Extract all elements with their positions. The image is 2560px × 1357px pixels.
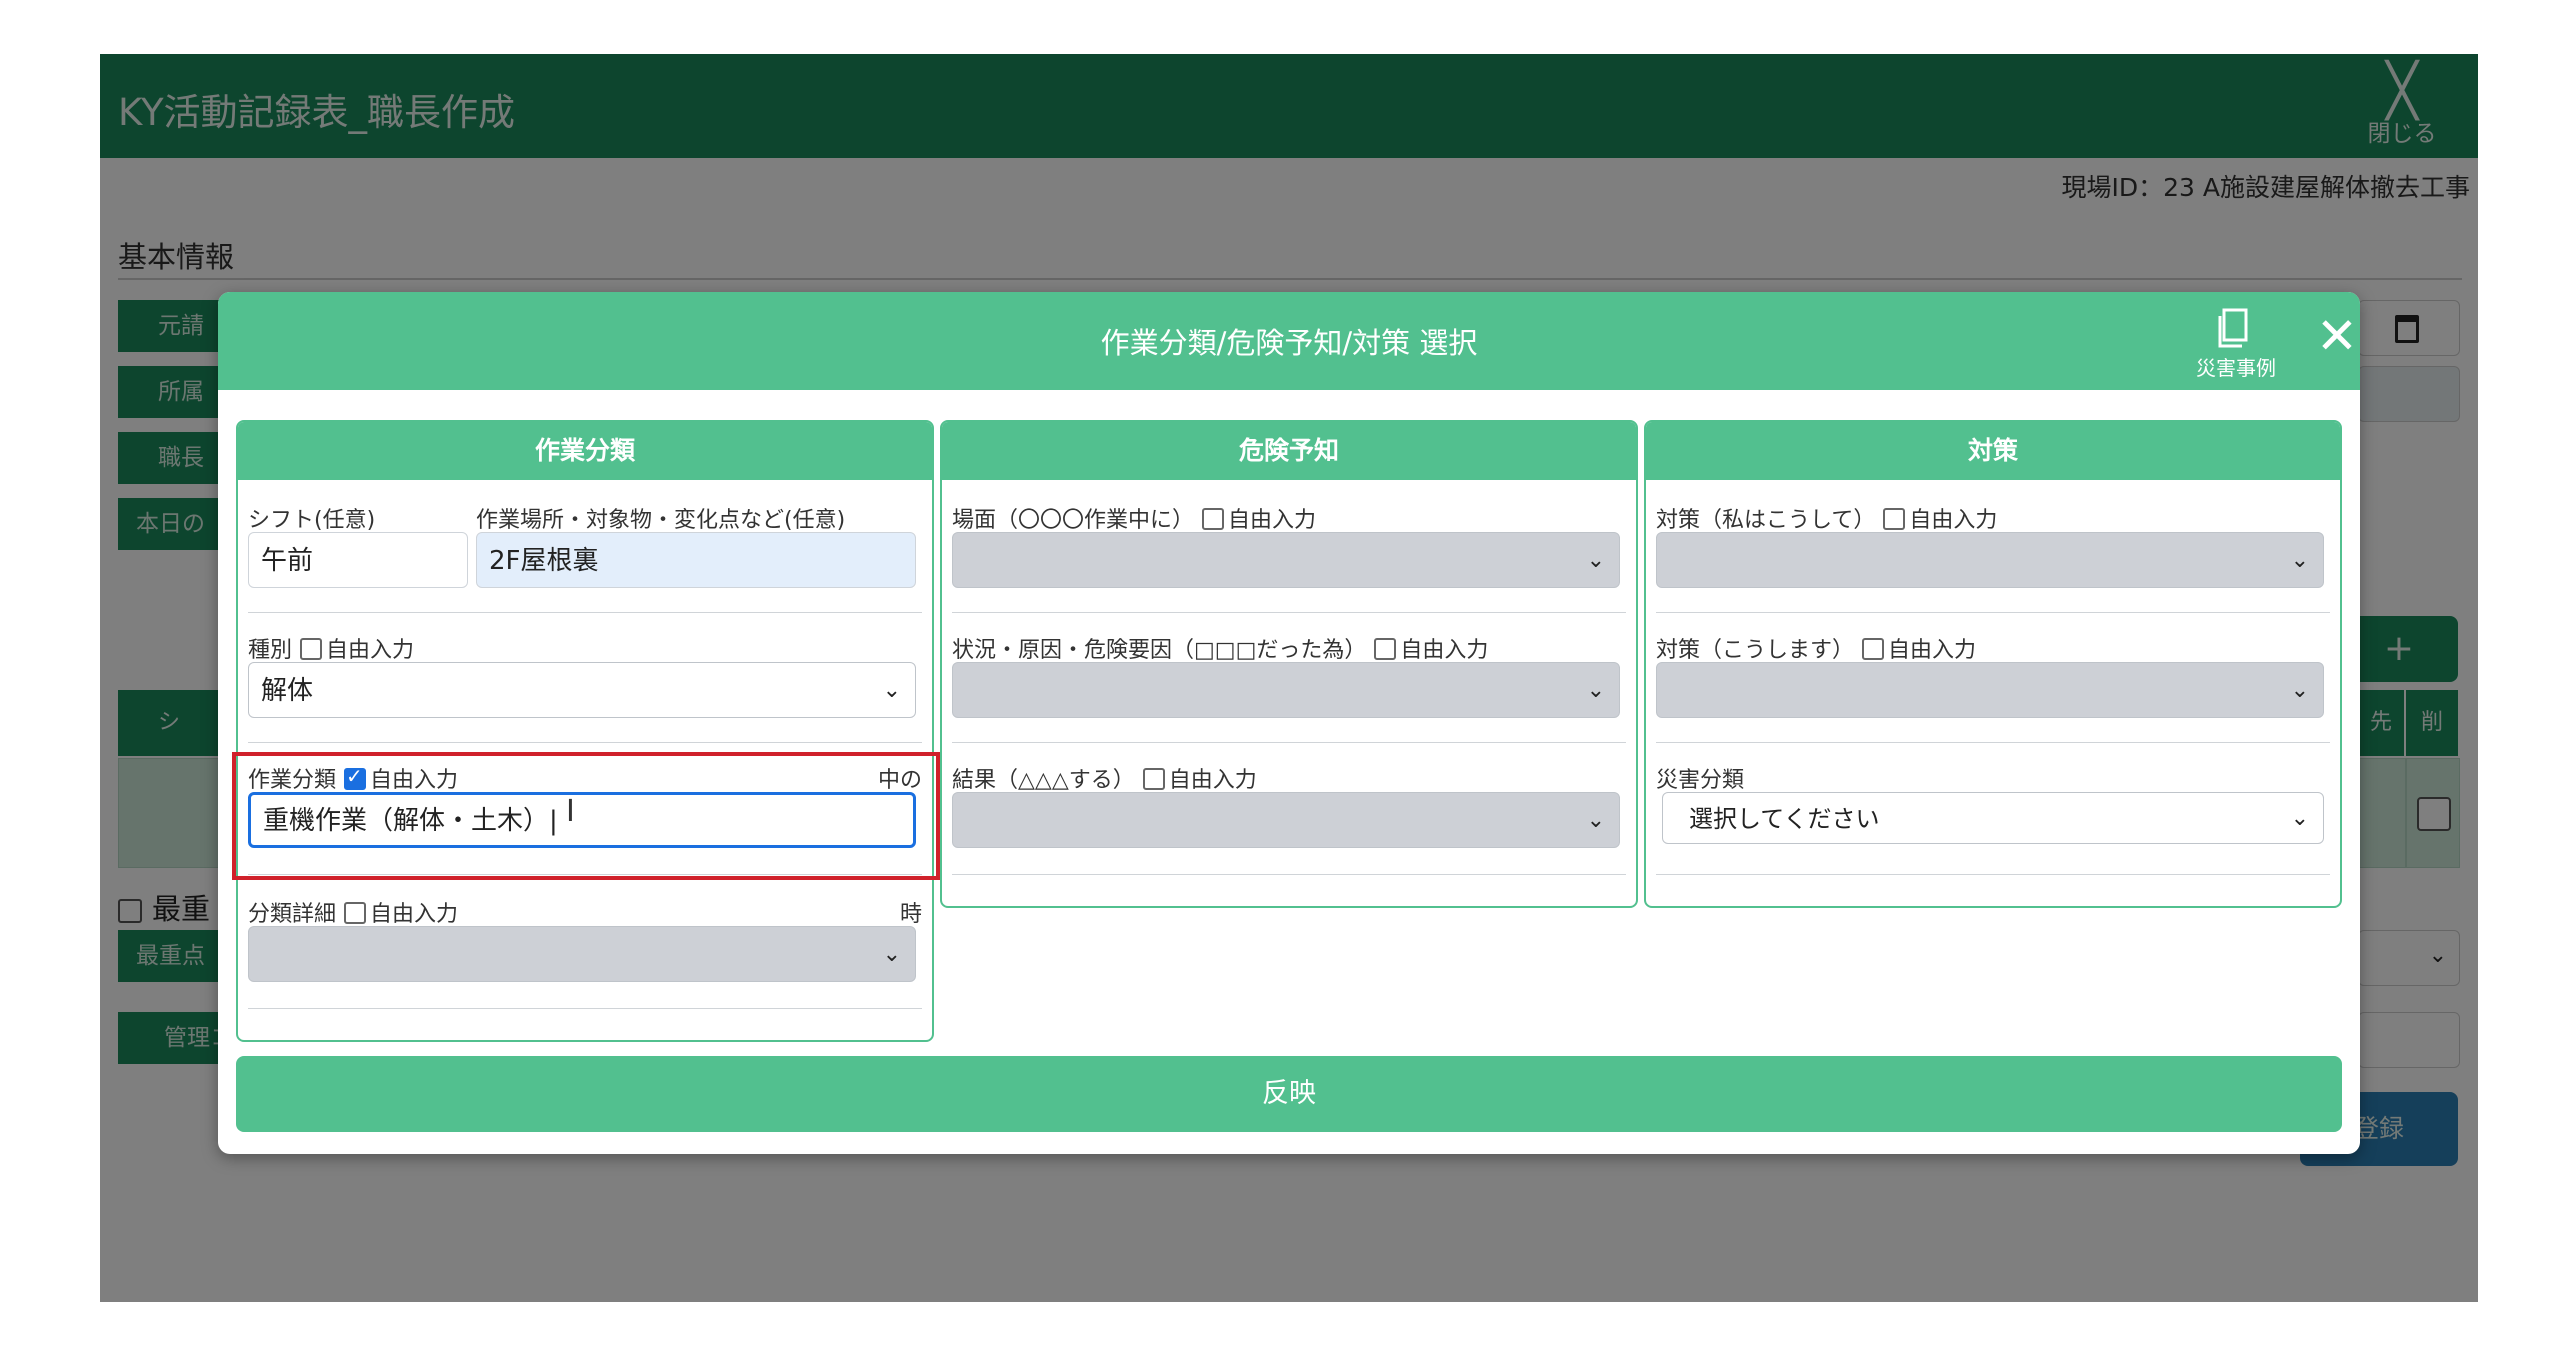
divider bbox=[952, 612, 1626, 613]
chevron-down-icon: ⌄ bbox=[1586, 678, 1605, 703]
cause-select[interactable]: ⌄ bbox=[952, 662, 1620, 718]
modal-header: 作業分類/危険予知/対策 選択 災害事例 ✕ bbox=[218, 292, 2360, 390]
measure-panel-header: 対策 bbox=[1646, 422, 2340, 480]
cause-free-label: 自由入力 bbox=[1400, 638, 1489, 663]
type-label: 種別 bbox=[248, 638, 293, 663]
disaster-label: 災害分類 bbox=[1656, 768, 1745, 793]
document-icon bbox=[2218, 308, 2248, 348]
measure2-select[interactable]: ⌄ bbox=[1656, 662, 2324, 718]
cause-free-checkbox[interactable] bbox=[1374, 638, 1397, 660]
work-panel: 作業分類 シフト(任意) 作業場所・対象物・変化点など(任意) 午前 2F屋根裏… bbox=[236, 420, 934, 1042]
selection-modal: 作業分類/危険予知/対策 選択 災害事例 ✕ 作業分類 シフト(任意) 作業場所… bbox=[218, 292, 2360, 1154]
divider bbox=[248, 1008, 922, 1009]
detail-select[interactable]: ⌄ bbox=[248, 926, 916, 982]
divider bbox=[1656, 742, 2330, 743]
divider bbox=[1656, 874, 2330, 875]
highlight-box bbox=[232, 752, 940, 880]
detail-label-row: 分類詳細 自由入力 bbox=[248, 896, 458, 928]
chevron-down-icon: ⌄ bbox=[1586, 808, 1605, 833]
result-select[interactable]: ⌄ bbox=[952, 792, 1620, 848]
scene-free-label: 自由入力 bbox=[1228, 508, 1317, 533]
divider bbox=[952, 874, 1626, 875]
place-input[interactable]: 2F屋根裏 bbox=[476, 532, 916, 588]
measure2-free-label: 自由入力 bbox=[1888, 638, 1977, 663]
measure1-label: 対策（私はこうして） bbox=[1656, 508, 1876, 533]
type-free-label: 自由入力 bbox=[326, 638, 415, 663]
measure2-label: 対策（こうします） bbox=[1656, 638, 1855, 663]
shift-input[interactable]: 午前 bbox=[248, 532, 468, 588]
detail-label: 分類詳細 bbox=[248, 902, 337, 927]
modal-close-icon[interactable]: ✕ bbox=[2316, 306, 2358, 366]
measure2-label-row: 対策（こうします） 自由入力 bbox=[1656, 632, 1976, 664]
measure1-select[interactable]: ⌄ bbox=[1656, 532, 2324, 588]
shift-label: シフト(任意) bbox=[248, 508, 376, 533]
scene-select[interactable]: ⌄ bbox=[952, 532, 1620, 588]
result-label-row: 結果（△△△する） 自由入力 bbox=[952, 762, 1257, 794]
chevron-down-icon: ⌄ bbox=[1586, 548, 1605, 573]
type-select-value: 解体 bbox=[261, 676, 314, 706]
modal-title: 作業分類/危険予知/対策 選択 bbox=[1100, 326, 1478, 360]
measure1-free-checkbox[interactable] bbox=[1883, 508, 1906, 530]
divider bbox=[248, 612, 922, 613]
scene-free-checkbox[interactable] bbox=[1202, 508, 1225, 530]
place-label: 作業場所・対象物・変化点など(任意) bbox=[476, 508, 846, 533]
measure1-label-row: 対策（私はこうして） 自由入力 bbox=[1656, 502, 1997, 534]
chevron-down-icon: ⌄ bbox=[882, 942, 901, 967]
danger-panel: 危険予知 場面（〇〇〇作業中に） 自由入力 ⌄ 状況・原因・危険要因（□□□だった… bbox=[940, 420, 1638, 908]
measure1-free-label: 自由入力 bbox=[1909, 508, 1998, 533]
chevron-down-icon: ⌄ bbox=[2290, 548, 2309, 573]
cause-label: 状況・原因・危険要因（□□□だった為） bbox=[952, 638, 1367, 663]
type-free-checkbox[interactable] bbox=[300, 638, 323, 660]
danger-panel-header: 危険予知 bbox=[942, 422, 1636, 480]
divider bbox=[952, 742, 1626, 743]
disaster-case-label: 災害事例 bbox=[2196, 356, 2276, 380]
measure2-free-checkbox[interactable] bbox=[1862, 638, 1885, 660]
work-panel-header: 作業分類 bbox=[238, 422, 932, 480]
cause-label-row: 状況・原因・危険要因（□□□だった為） 自由入力 bbox=[952, 632, 1488, 664]
result-label: 結果（△△△する） bbox=[952, 768, 1135, 793]
result-free-label: 自由入力 bbox=[1168, 768, 1257, 793]
divider bbox=[1656, 612, 2330, 613]
detail-free-checkbox[interactable] bbox=[344, 902, 367, 924]
disaster-select[interactable]: 選択してください ⌄ bbox=[1662, 792, 2324, 844]
type-label-row: 種別 自由入力 bbox=[248, 632, 414, 664]
result-free-checkbox[interactable] bbox=[1142, 768, 1165, 790]
disaster-select-value: 選択してください bbox=[1689, 805, 1880, 833]
scene-label-row: 場面（〇〇〇作業中に） 自由入力 bbox=[952, 502, 1316, 534]
detail-free-label: 自由入力 bbox=[370, 902, 459, 927]
disaster-case-button[interactable]: 災害事例 bbox=[2186, 306, 2286, 381]
type-select[interactable]: 解体 ⌄ bbox=[248, 662, 916, 718]
chevron-down-icon: ⌄ bbox=[2290, 806, 2309, 831]
divider bbox=[248, 742, 922, 743]
measure-panel: 対策 対策（私はこうして） 自由入力 ⌄ 対策（こうします） 自由入力 ⌄ 災害分類… bbox=[1644, 420, 2342, 908]
scene-label: 場面（〇〇〇作業中に） bbox=[952, 508, 1195, 533]
chevron-down-icon: ⌄ bbox=[2290, 678, 2309, 703]
chevron-down-icon: ⌄ bbox=[882, 678, 901, 703]
detail-suffix: 時 bbox=[899, 902, 922, 927]
reflect-button[interactable]: 反映 bbox=[236, 1056, 2342, 1132]
